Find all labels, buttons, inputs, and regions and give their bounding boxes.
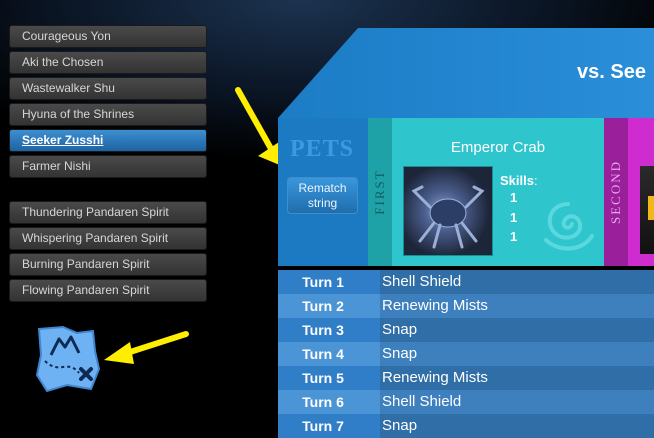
turn-label: Turn 7 — [278, 414, 368, 438]
water-swirl-icon — [544, 202, 594, 251]
second-pet-portrait[interactable] — [640, 166, 654, 254]
rematch-string-button[interactable]: Rematch string — [287, 177, 358, 214]
first-slot-label: FIRST — [368, 118, 392, 266]
table-row: Turn 2 Renewing Mists — [278, 294, 654, 318]
pet-portrait[interactable] — [403, 166, 493, 256]
row-divider — [368, 342, 380, 366]
turn-label: Turn 2 — [278, 294, 368, 318]
pet-name[interactable]: Emperor Crab — [392, 139, 604, 156]
nav-item-wastewalker-shu[interactable]: Wastewalker Shu — [9, 77, 207, 100]
turn-move: Shell Shield — [380, 390, 654, 414]
row-divider — [368, 390, 380, 414]
skills-label: Skills: — [500, 173, 538, 188]
table-row: Turn 4 Snap — [278, 342, 654, 366]
turn-move: Snap — [380, 414, 654, 438]
npc-list-primary: Courageous Yon Aki the Chosen Wastewalke… — [9, 25, 207, 181]
row-divider — [368, 318, 380, 342]
arrow-icon — [104, 331, 189, 364]
turn-label: Turn 6 — [278, 390, 368, 414]
turn-move: Snap — [380, 318, 654, 342]
turn-label: Turn 5 — [278, 366, 368, 390]
turn-move: Snap — [380, 342, 654, 366]
nav-item-burning-spirit[interactable]: Burning Pandaren Spirit — [9, 253, 207, 276]
skill-value-2: 1 — [510, 210, 518, 225]
battle-title: vs. See — [577, 61, 646, 83]
nav-item-courageous-yon[interactable]: Courageous Yon — [9, 25, 207, 48]
table-row: Turn 3 Snap — [278, 318, 654, 342]
nav-item-hyuna-of-the-shrines[interactable]: Hyuna of the Shrines — [9, 103, 207, 126]
skill-value-3: 1 — [510, 229, 518, 244]
turn-label: Turn 4 — [278, 342, 368, 366]
table-row: Turn 1 Shell Shield — [278, 270, 654, 294]
treasure-map-icon[interactable] — [33, 325, 103, 393]
nav-item-whispering-spirit[interactable]: Whispering Pandaren Spirit — [9, 227, 207, 250]
crab-image — [411, 185, 485, 249]
row-divider — [368, 270, 380, 294]
nav-item-aki-the-chosen[interactable]: Aki the Chosen — [9, 51, 207, 74]
skills-label-text: Skills — [500, 173, 534, 188]
nav-item-farmer-nishi[interactable]: Farmer Nishi — [9, 155, 207, 178]
table-row: Turn 7 Snap — [278, 414, 654, 438]
table-row: Turn 5 Renewing Mists — [278, 366, 654, 390]
row-divider — [368, 414, 380, 438]
nav-item-flowing-spirit[interactable]: Flowing Pandaren Spirit — [9, 279, 207, 302]
nav-item-seeker-zusshi[interactable]: Seeker Zusshi — [9, 129, 207, 152]
skill-value-1: 1 — [510, 190, 518, 205]
turn-table: Turn 1 Shell Shield Turn 2 Renewing Mist… — [278, 270, 654, 438]
pets-label: PETS — [290, 136, 355, 162]
turn-move: Renewing Mists — [380, 366, 654, 390]
row-divider — [368, 366, 380, 390]
nav-item-thundering-spirit[interactable]: Thundering Pandaren Spirit — [9, 201, 207, 224]
row-divider — [368, 294, 380, 318]
turn-label: Turn 3 — [278, 318, 368, 342]
first-slot-text: FIRST — [372, 169, 387, 215]
turn-label: Turn 1 — [278, 270, 368, 294]
second-slot-text: SECOND — [608, 159, 623, 225]
second-slot-label: SECOND — [604, 118, 628, 266]
table-row: Turn 6 Shell Shield — [278, 390, 654, 414]
npc-list-spirits: Thundering Pandaren Spirit Whispering Pa… — [9, 201, 207, 305]
turn-move: Shell Shield — [380, 270, 654, 294]
turn-move: Renewing Mists — [380, 294, 654, 318]
